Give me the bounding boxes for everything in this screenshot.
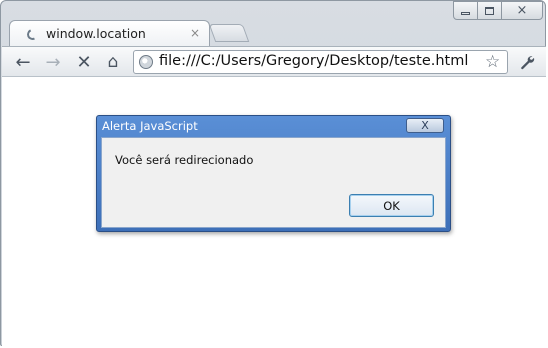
home-icon: ⌂ [107, 52, 119, 72]
close-icon: × [516, 3, 528, 18]
dialog-close-button[interactable]: X [406, 118, 444, 133]
stop-icon: ✕ [76, 51, 92, 73]
minimize-button[interactable] [453, 1, 478, 20]
tab-title: window.location [46, 26, 146, 41]
dialog-body: Você será redirecionado OK [101, 137, 446, 228]
wrench-icon [521, 56, 535, 70]
dialog-title: Alerta JavaScript [102, 119, 198, 133]
alert-dialog: Alerta JavaScript X Você será redirecion… [96, 115, 451, 232]
toolbar: ← → ✕ ⌂ file:///C:/Users/Gregory/Desktop… [2, 46, 546, 77]
url-text[interactable]: file:///C:/Users/Gregory/Desktop/teste.h… [159, 53, 468, 69]
close-icon: X [421, 119, 429, 132]
star-icon[interactable]: ☆ [485, 52, 500, 72]
stop-button[interactable]: ✕ [73, 51, 95, 73]
back-arrow-icon: ← [15, 51, 31, 73]
tab-close-icon[interactable]: × [190, 26, 200, 40]
wrench-menu-button[interactable] [516, 51, 538, 73]
forward-button[interactable]: → [42, 51, 64, 73]
ok-button[interactable]: OK [349, 194, 434, 217]
page-icon [139, 55, 153, 69]
new-tab-button[interactable] [208, 24, 250, 42]
forward-arrow-icon: → [45, 51, 61, 73]
back-button[interactable]: ← [12, 51, 34, 73]
loading-spinner-icon [25, 27, 40, 42]
maximize-button[interactable] [477, 1, 502, 20]
dialog-message: Você será redirecionado [115, 153, 254, 167]
home-button[interactable]: ⌂ [102, 51, 124, 73]
maximize-icon [485, 6, 494, 15]
minimize-icon [461, 12, 470, 15]
tab-active[interactable]: window.location × [9, 20, 210, 47]
window-close-button[interactable]: × [501, 1, 543, 20]
title-bar: window.location × × [1, 1, 547, 47]
address-bar[interactable]: file:///C:/Users/Gregory/Desktop/teste.h… [133, 50, 508, 74]
